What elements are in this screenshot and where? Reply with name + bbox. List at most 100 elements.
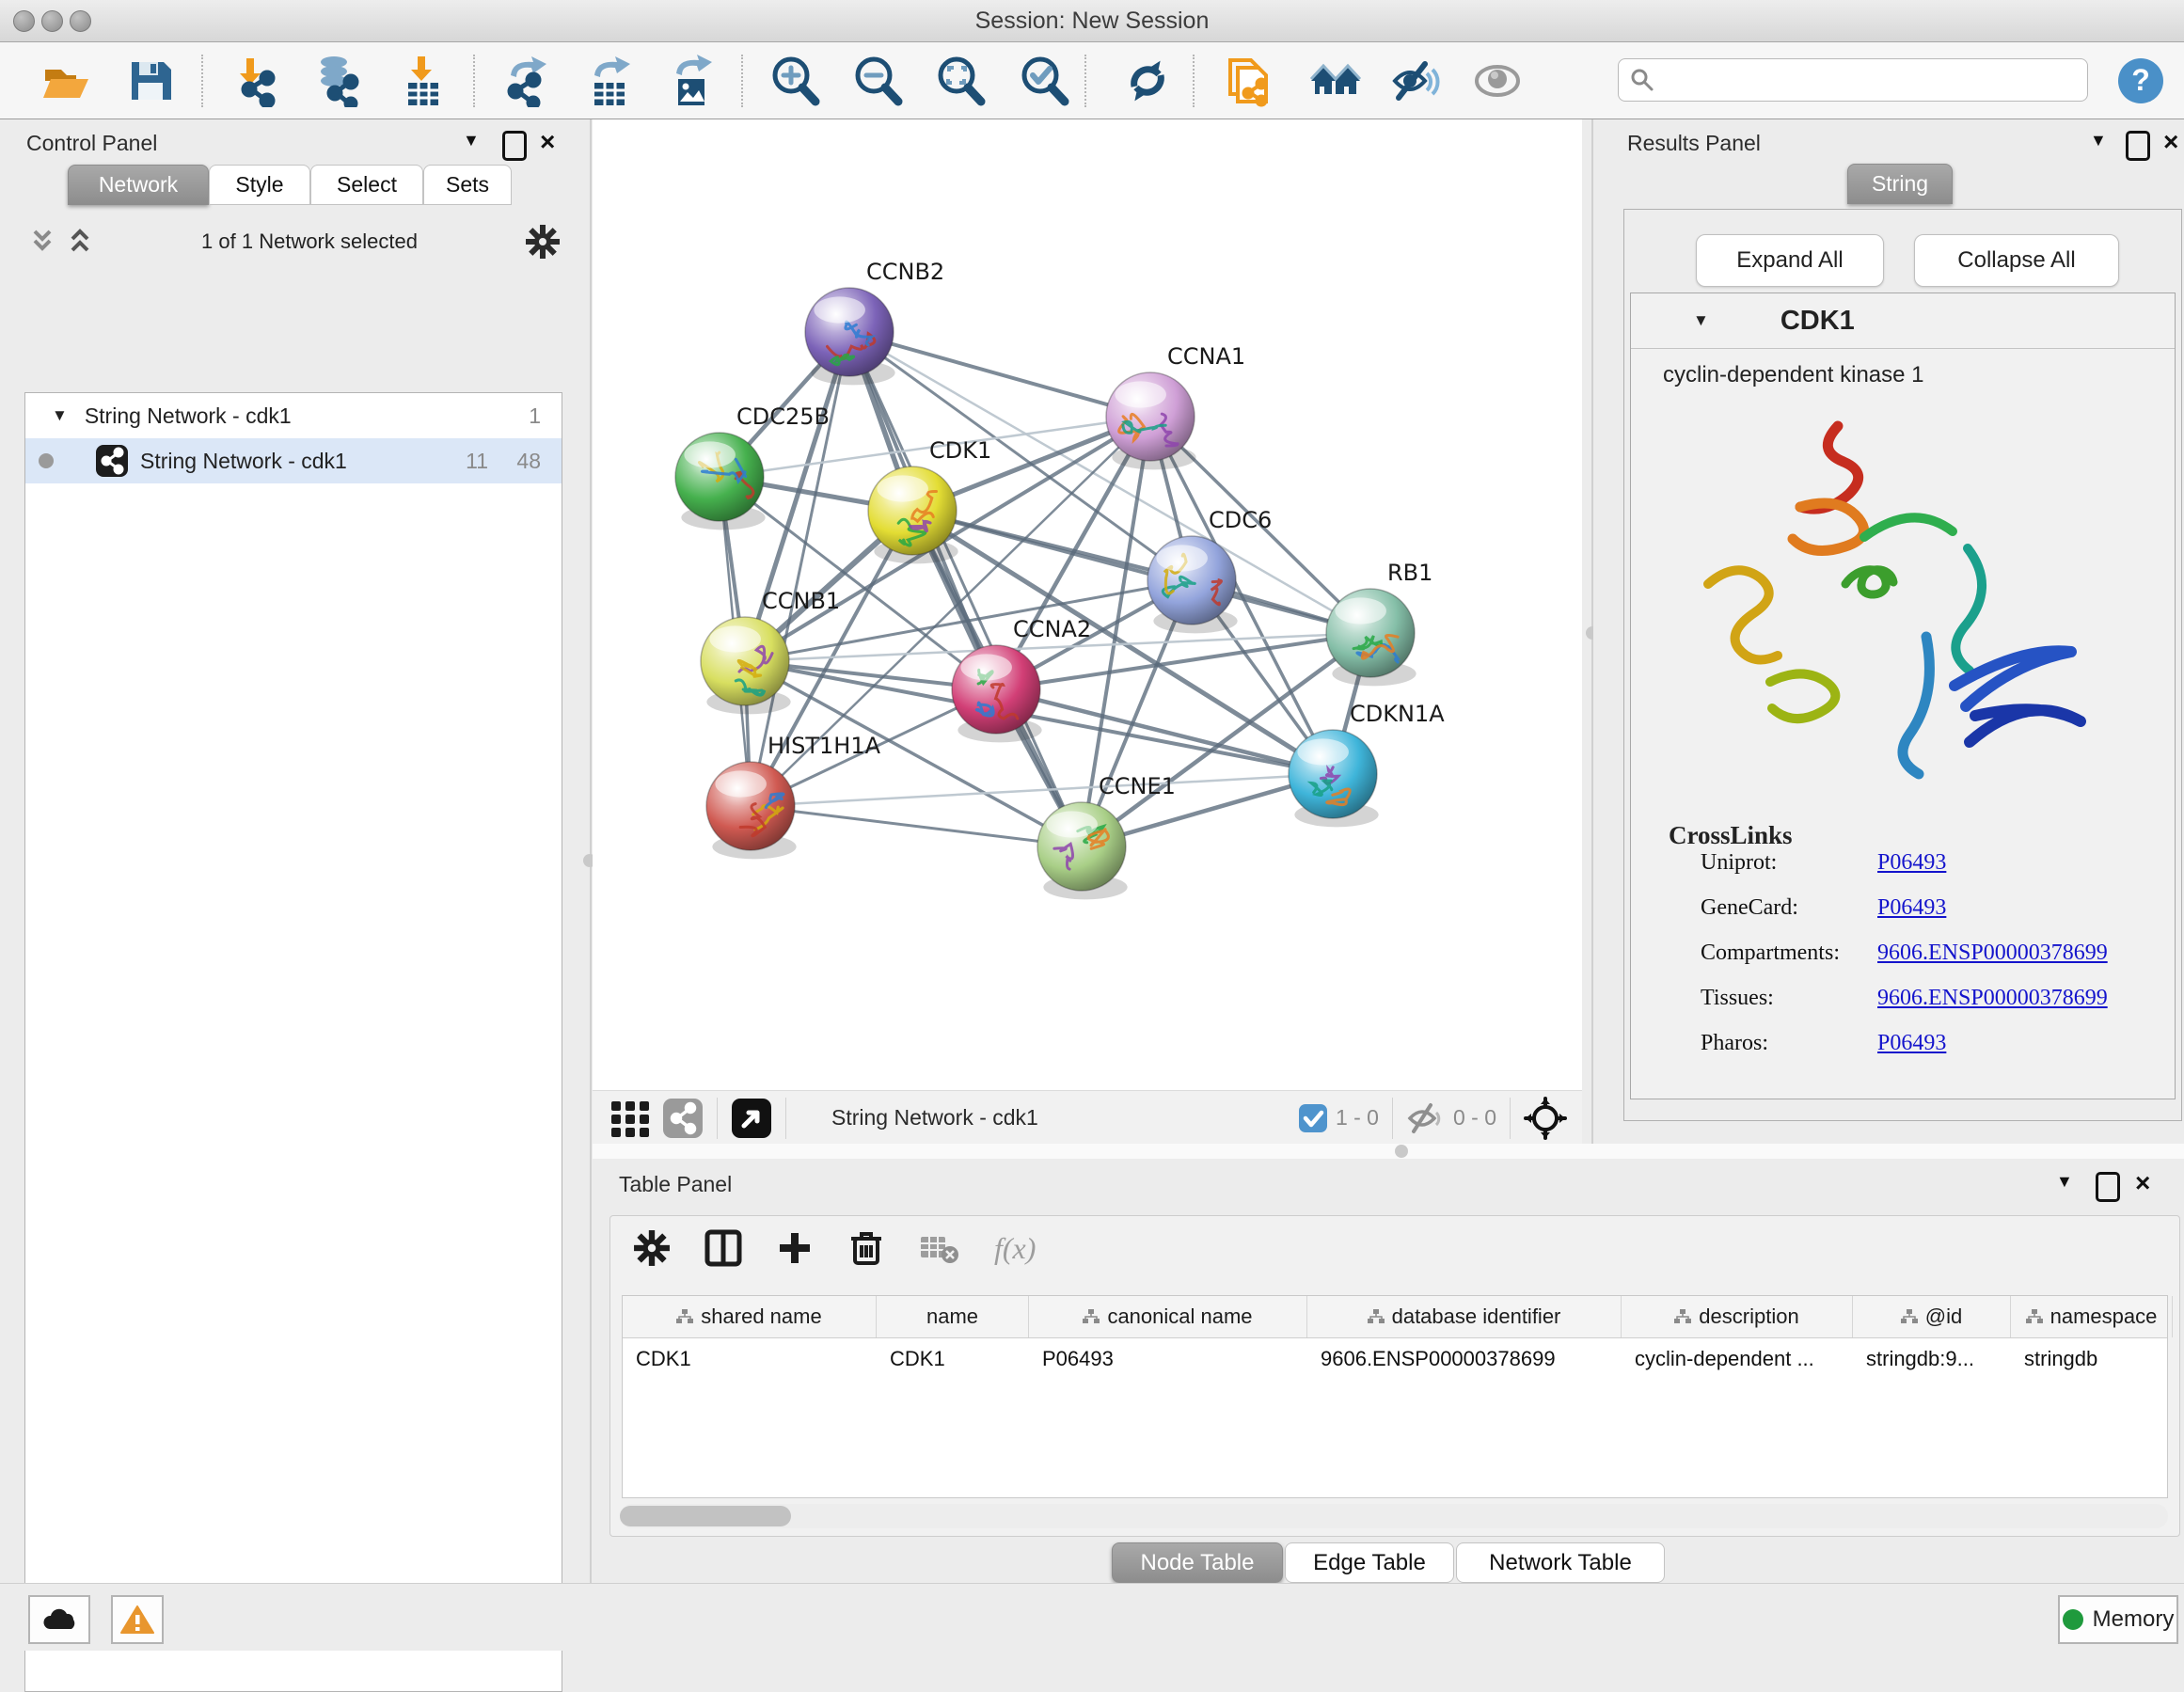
delete-column-icon[interactable] xyxy=(847,1229,885,1267)
string-home-icon[interactable] xyxy=(1309,55,1362,107)
network-group-row[interactable]: ▼ String Network - cdk1 1 xyxy=(25,393,562,438)
network-node-HIST1H1A[interactable]: HIST1H1A xyxy=(706,733,881,859)
network-node-RB1[interactable]: RB1 xyxy=(1326,560,1432,686)
table-cell[interactable]: stringdb:9... xyxy=(1853,1338,2011,1380)
expand-all-chevron-icon[interactable] xyxy=(66,228,94,256)
export-network-icon[interactable] xyxy=(498,55,550,107)
column-header-database-identifier[interactable]: database identifier xyxy=(1307,1296,1622,1337)
results-panel-close-icon[interactable]: × xyxy=(2163,127,2178,157)
table-hscrollbar-thumb[interactable] xyxy=(620,1506,791,1526)
pan-crosshair-icon[interactable] xyxy=(1524,1097,1567,1140)
delete-table-icon[interactable] xyxy=(919,1231,960,1265)
crosslink-link[interactable]: P06493 xyxy=(1877,895,1946,921)
crosslink-link[interactable]: 9606.ENSP00000378699 xyxy=(1877,941,2108,966)
export-image-icon[interactable] xyxy=(665,55,718,107)
network-node-CDK1[interactable]: CDK1 xyxy=(868,437,991,563)
network-node-CCNB2[interactable]: CCNB2 xyxy=(805,259,944,385)
table-row[interactable]: CDK1CDK1P064939606.ENSP00000378699cyclin… xyxy=(623,1338,2167,1380)
table-cell[interactable]: CDK1 xyxy=(877,1338,1029,1380)
table-panel-menu-icon[interactable]: ▼ xyxy=(2056,1172,2073,1192)
network-edge[interactable] xyxy=(912,511,1370,633)
column-header-canonical-name[interactable]: canonical name xyxy=(1029,1296,1307,1337)
table-panel-float-icon[interactable] xyxy=(2096,1172,2120,1202)
column-header-namespace[interactable]: namespace xyxy=(2011,1296,2173,1337)
tree-expand-caret-icon[interactable]: ▼ xyxy=(52,406,68,425)
network-node-CCNA1[interactable]: CCNA1 xyxy=(1106,343,1245,469)
table-cell[interactable]: stringdb xyxy=(2011,1338,2173,1380)
selected-checkbox-icon[interactable] xyxy=(1298,1103,1328,1133)
network-options-gear-icon[interactable] xyxy=(525,224,561,260)
crosslink-link[interactable]: P06493 xyxy=(1877,1031,1946,1056)
column-header-shared-name[interactable]: shared name xyxy=(623,1296,877,1337)
table-tab-edge-table[interactable]: Edge Table xyxy=(1285,1542,1454,1583)
network-item-row[interactable]: String Network - cdk1 11 48 xyxy=(25,438,562,483)
network-edge[interactable] xyxy=(849,332,1082,846)
network-graph[interactable]: CCNB2CCNA1CDC25BCDK1CDC6RB1CCNB1CCNA2CDK… xyxy=(593,119,1582,1090)
expand-all-button[interactable]: Expand All xyxy=(1696,234,1884,287)
control-tab-select[interactable]: Select xyxy=(310,165,423,205)
table-cell[interactable]: cyclin-dependent ... xyxy=(1622,1338,1853,1380)
cloud-status-button[interactable] xyxy=(28,1595,90,1644)
results-panel-menu-icon[interactable]: ▼ xyxy=(2090,131,2107,150)
results-panel-float-icon[interactable] xyxy=(2126,131,2150,161)
table-hscrollbar[interactable] xyxy=(620,1504,2168,1528)
network-node-CCNB1[interactable]: CCNB1 xyxy=(701,588,840,714)
grid-view-icon[interactable] xyxy=(608,1096,653,1141)
import-network-icon[interactable] xyxy=(229,55,282,107)
horizontal-divider[interactable] xyxy=(593,1144,2184,1159)
network-canvas[interactable]: CCNB2CCNA1CDC25BCDK1CDC6RB1CCNB1CCNA2CDK… xyxy=(593,119,1582,1090)
control-tab-sets[interactable]: Sets xyxy=(423,165,512,205)
table-tab-network-table[interactable]: Network Table xyxy=(1456,1542,1665,1583)
control-panel-menu-icon[interactable]: ▼ xyxy=(463,131,480,150)
node-table[interactable]: shared namenamecanonical namedatabase id… xyxy=(622,1295,2168,1498)
share-document-icon[interactable] xyxy=(1223,55,1275,107)
show-all-icon[interactable] xyxy=(1471,55,1524,107)
crosslink-link[interactable]: 9606.ENSP00000378699 xyxy=(1877,986,2108,1011)
create-column-icon[interactable] xyxy=(776,1229,814,1267)
hide-unselected-icon[interactable] xyxy=(1389,55,1442,107)
refresh-icon[interactable] xyxy=(1121,55,1174,107)
show-columns-icon[interactable] xyxy=(704,1229,742,1267)
search-input[interactable] xyxy=(1654,67,2087,93)
collapse-all-chevron-icon[interactable] xyxy=(28,228,56,256)
zoom-selected-icon[interactable] xyxy=(1018,55,1070,107)
function-builder-icon[interactable]: f(x) xyxy=(994,1231,1036,1266)
table-panel-close-icon[interactable]: × xyxy=(2135,1168,2150,1198)
export-table-icon[interactable] xyxy=(583,55,636,107)
network-node-CDKN1A[interactable]: CDKN1A xyxy=(1289,701,1445,827)
save-session-icon[interactable] xyxy=(124,55,177,107)
zoom-fit-icon[interactable] xyxy=(934,55,987,107)
table-cell[interactable]: CDK1 xyxy=(623,1338,877,1380)
control-panel-float-icon[interactable] xyxy=(502,131,527,161)
help-icon[interactable]: ? xyxy=(2116,56,2169,109)
import-network-from-database-icon[interactable] xyxy=(311,55,364,107)
crosslink-link[interactable]: P06493 xyxy=(1877,850,1946,876)
birdseye-view-icon[interactable] xyxy=(731,1098,772,1139)
control-panel-close-icon[interactable]: × xyxy=(540,127,555,157)
column-header-name[interactable]: name xyxy=(877,1296,1029,1337)
column-header-description[interactable]: description xyxy=(1622,1296,1853,1337)
memory-button[interactable]: Memory xyxy=(2058,1595,2178,1644)
table-options-gear-icon[interactable] xyxy=(633,1229,671,1267)
panel-divider[interactable] xyxy=(590,119,592,1583)
search-box[interactable] xyxy=(1618,58,2088,102)
section-collapse-caret-icon[interactable]: ▼ xyxy=(1693,311,1709,330)
network-node-CDC6[interactable]: CDC6 xyxy=(1147,507,1272,633)
table-cell[interactable]: 9606.ENSP00000378699 xyxy=(1307,1338,1622,1380)
results-tab-string[interactable]: String xyxy=(1847,164,1953,204)
table-tab-node-table[interactable]: Node Table xyxy=(1112,1542,1283,1583)
table-cell[interactable]: P06493 xyxy=(1029,1338,1307,1380)
warnings-button[interactable] xyxy=(111,1595,164,1644)
control-tab-network[interactable]: Network xyxy=(68,165,209,205)
control-tab-style[interactable]: Style xyxy=(209,165,310,205)
network-view-share-icon[interactable] xyxy=(662,1098,704,1139)
zoom-out-icon[interactable] xyxy=(851,55,904,107)
node-section-header[interactable]: ▼ CDK1 xyxy=(1631,293,2175,349)
open-session-icon[interactable] xyxy=(40,55,92,107)
network-edge[interactable] xyxy=(751,806,1082,846)
zoom-in-icon[interactable] xyxy=(768,55,821,107)
collapse-all-button[interactable]: Collapse All xyxy=(1914,234,2119,287)
import-table-icon[interactable] xyxy=(397,55,450,107)
divider-handle[interactable] xyxy=(1395,1145,1408,1158)
column-header--id[interactable]: @id xyxy=(1853,1296,2011,1337)
